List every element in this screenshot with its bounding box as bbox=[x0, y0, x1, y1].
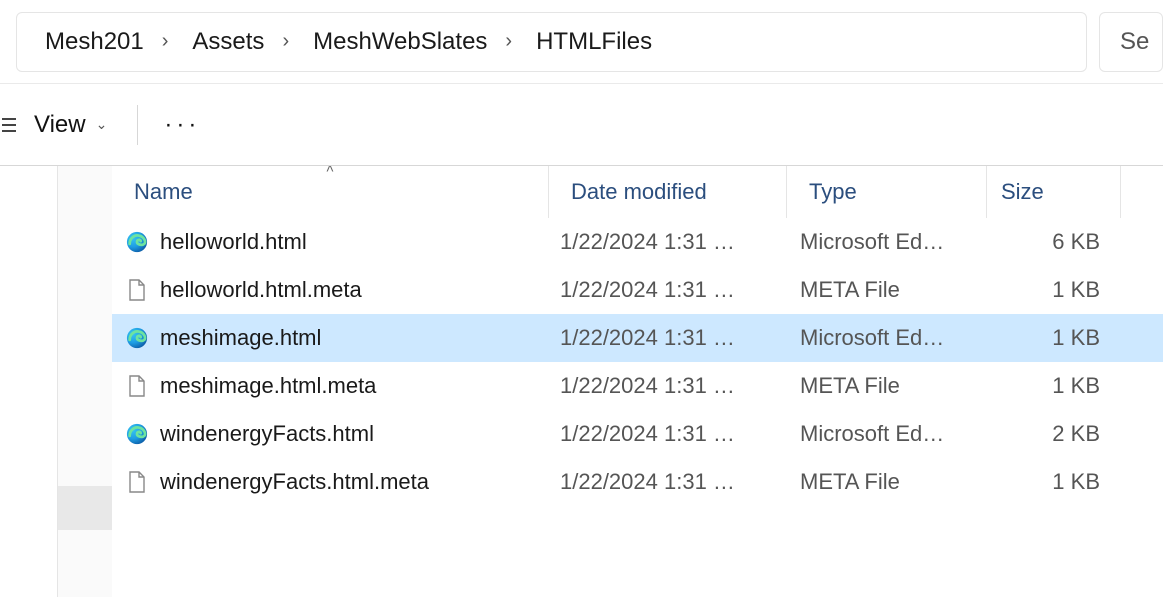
file-rows: helloworld.html1/22/2024 1:31 …Microsoft… bbox=[112, 218, 1163, 506]
file-name-cell[interactable]: meshimage.html.meta bbox=[112, 373, 548, 399]
column-headers: ˄ Name Date modified Type Size bbox=[112, 166, 1163, 218]
file-date: 1/22/2024 1:31 … bbox=[548, 325, 786, 351]
file-type: Microsoft Ed… bbox=[786, 421, 986, 447]
file-row[interactable]: meshimage.html.meta 1/22/2024 1:31 …META … bbox=[112, 362, 1163, 410]
chevron-right-icon[interactable]: › bbox=[505, 30, 512, 53]
file-date: 1/22/2024 1:31 … bbox=[548, 421, 786, 447]
file-name: windenergyFacts.html.meta bbox=[160, 469, 429, 495]
main-area: ˄ Name Date modified Type Size bbox=[0, 166, 1163, 597]
sort-ascending-icon: ˄ bbox=[326, 166, 334, 176]
generic-file-icon bbox=[126, 375, 148, 397]
address-bar: Mesh201 › Assets › MeshWebSlates › HTMLF… bbox=[0, 0, 1163, 84]
chevron-down-icon: ⌄ bbox=[96, 116, 108, 133]
file-size: 1 KB bbox=[986, 373, 1120, 399]
edge-browser-icon bbox=[126, 423, 148, 445]
breadcrumb-seg-2[interactable]: MeshWebSlates › bbox=[301, 24, 518, 60]
edge-browser-icon bbox=[126, 327, 148, 349]
file-name-cell[interactable]: helloworld.html bbox=[112, 229, 548, 255]
file-name: meshimage.html bbox=[160, 325, 321, 351]
file-name-cell[interactable]: meshimage.html bbox=[112, 325, 548, 351]
view-label: View bbox=[34, 111, 86, 139]
column-header-size[interactable]: Size bbox=[986, 166, 1120, 218]
nav-scrollbar[interactable] bbox=[58, 166, 112, 597]
file-name: meshimage.html.meta bbox=[160, 373, 376, 399]
chevron-right-icon[interactable]: › bbox=[282, 30, 289, 53]
file-size: 6 KB bbox=[986, 229, 1120, 255]
file-type: META File bbox=[786, 373, 986, 399]
file-row[interactable]: windenergyFacts.html 1/22/2024 1:31 …Micr… bbox=[112, 410, 1163, 458]
generic-file-icon bbox=[126, 279, 148, 301]
toolbar: View ⌄ ··· bbox=[0, 84, 1163, 166]
file-date: 1/22/2024 1:31 … bbox=[548, 277, 786, 303]
file-date: 1/22/2024 1:31 … bbox=[548, 373, 786, 399]
search-input[interactable]: Se bbox=[1099, 12, 1163, 72]
file-row[interactable]: helloworld.html.meta 1/22/2024 1:31 …META… bbox=[112, 266, 1163, 314]
file-list: ˄ Name Date modified Type Size bbox=[112, 166, 1163, 597]
file-type: Microsoft Ed… bbox=[786, 229, 986, 255]
column-header-name[interactable]: ˄ Name bbox=[112, 166, 548, 218]
column-header-end[interactable] bbox=[1120, 166, 1163, 218]
breadcrumb-label[interactable]: MeshWebSlates bbox=[307, 24, 493, 60]
column-label: Date modified bbox=[571, 179, 707, 205]
column-header-type[interactable]: Type bbox=[786, 166, 986, 218]
toolbar-divider bbox=[137, 105, 138, 145]
file-type: META File bbox=[786, 277, 986, 303]
file-size: 1 KB bbox=[986, 277, 1120, 303]
generic-file-icon bbox=[126, 471, 148, 493]
file-type: Microsoft Ed… bbox=[786, 325, 986, 351]
file-name: helloworld.html.meta bbox=[160, 277, 362, 303]
file-size: 2 KB bbox=[986, 421, 1120, 447]
file-row[interactable]: meshimage.html 1/22/2024 1:31 …Microsoft … bbox=[112, 314, 1163, 362]
column-label: Type bbox=[809, 179, 857, 205]
chevron-right-icon[interactable]: › bbox=[162, 30, 169, 53]
more-icon: ··· bbox=[164, 111, 200, 138]
nav-pane[interactable] bbox=[0, 166, 58, 597]
breadcrumb-label[interactable]: Assets bbox=[186, 24, 270, 60]
view-button[interactable]: View ⌄ bbox=[18, 103, 123, 147]
file-date: 1/22/2024 1:31 … bbox=[548, 229, 786, 255]
file-date: 1/22/2024 1:31 … bbox=[548, 469, 786, 495]
breadcrumb-seg-0[interactable]: Mesh201 › bbox=[33, 24, 174, 60]
column-header-date[interactable]: Date modified bbox=[548, 166, 786, 218]
search-placeholder: Se bbox=[1120, 28, 1149, 56]
column-label: Size bbox=[1001, 179, 1044, 205]
file-size: 1 KB bbox=[986, 325, 1120, 351]
file-type: META File bbox=[786, 469, 986, 495]
file-name-cell[interactable]: helloworld.html.meta bbox=[112, 277, 548, 303]
file-name-cell[interactable]: windenergyFacts.html bbox=[112, 421, 548, 447]
breadcrumb-label[interactable]: Mesh201 bbox=[39, 24, 150, 60]
file-row[interactable]: helloworld.html 1/22/2024 1:31 …Microsoft… bbox=[112, 218, 1163, 266]
list-view-icon[interactable] bbox=[0, 116, 18, 134]
file-row[interactable]: windenergyFacts.html.meta 1/22/2024 1:31 … bbox=[112, 458, 1163, 506]
more-button[interactable]: ··· bbox=[152, 103, 212, 147]
breadcrumb-seg-1[interactable]: Assets › bbox=[180, 24, 295, 60]
breadcrumb-label[interactable]: HTMLFiles bbox=[530, 24, 658, 60]
file-name: windenergyFacts.html bbox=[160, 421, 374, 447]
breadcrumb[interactable]: Mesh201 › Assets › MeshWebSlates › HTMLF… bbox=[16, 12, 1087, 72]
file-name-cell[interactable]: windenergyFacts.html.meta bbox=[112, 469, 548, 495]
file-name: helloworld.html bbox=[160, 229, 307, 255]
column-label: Name bbox=[134, 179, 193, 205]
nav-selected-item[interactable] bbox=[58, 486, 112, 530]
file-size: 1 KB bbox=[986, 469, 1120, 495]
breadcrumb-seg-3[interactable]: HTMLFiles bbox=[524, 24, 664, 60]
edge-browser-icon bbox=[126, 231, 148, 253]
